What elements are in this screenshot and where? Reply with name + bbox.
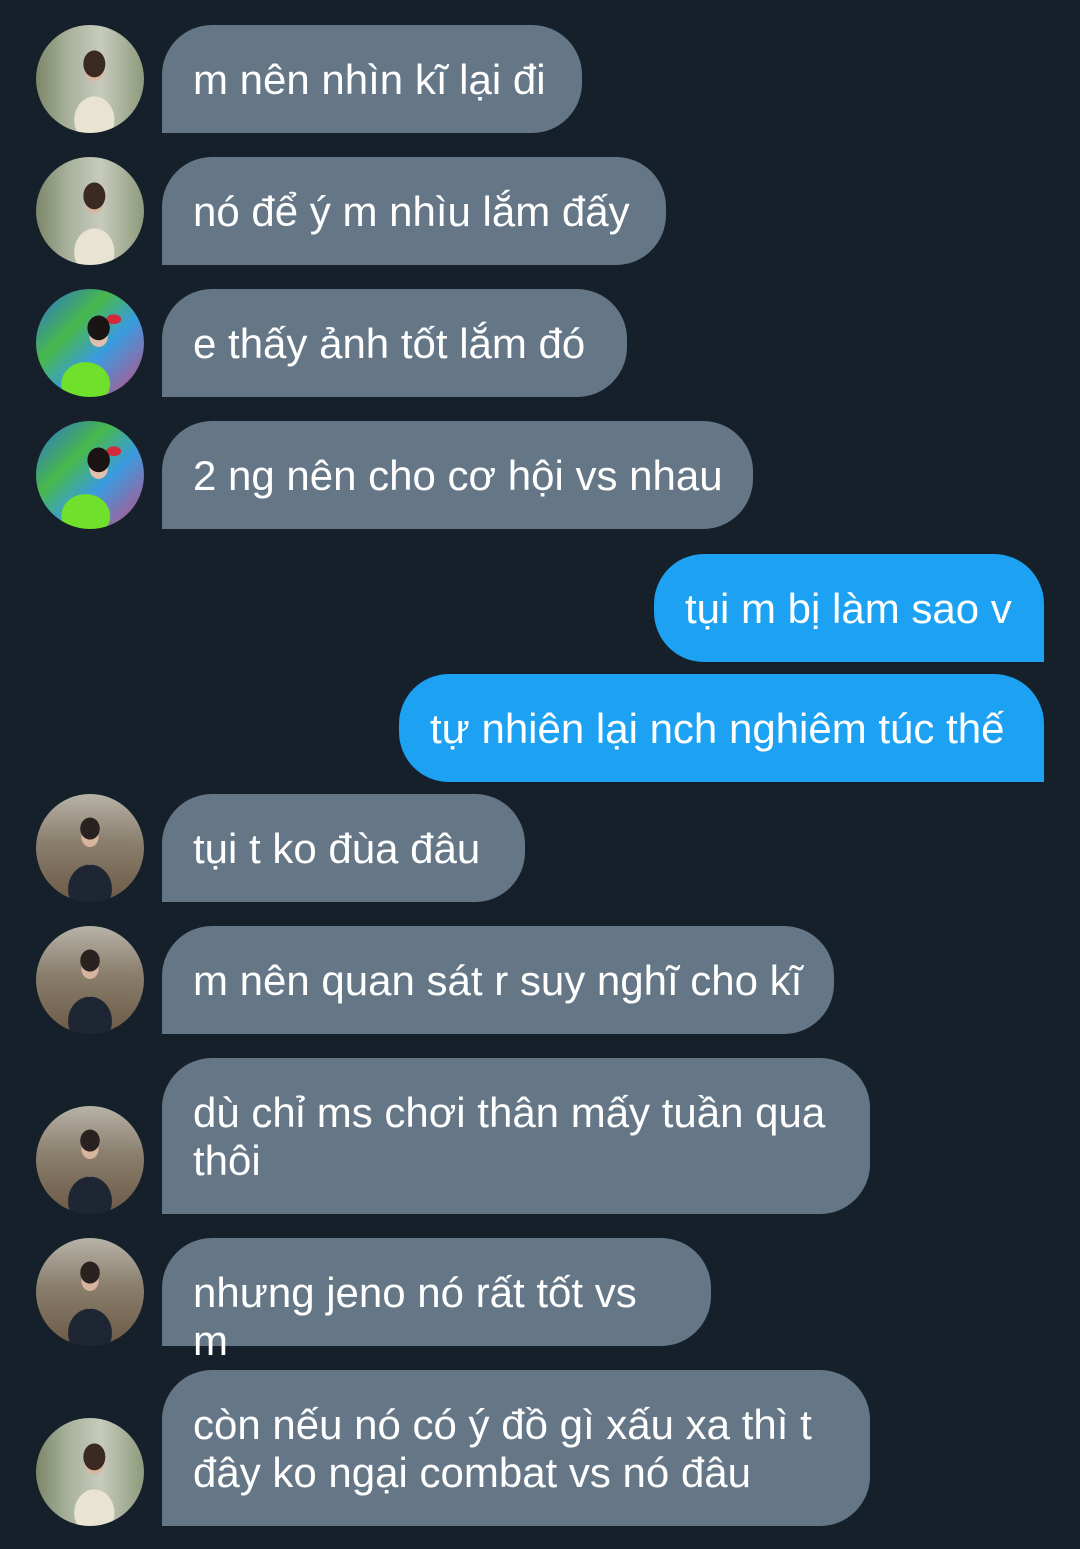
avatar[interactable]: [36, 421, 144, 529]
avatar[interactable]: [36, 25, 144, 133]
message-bubble[interactable]: e thấy ảnh tốt lắm đó: [162, 289, 627, 397]
message-bubble[interactable]: m nên quan sát r suy nghĩ cho kĩ: [162, 926, 834, 1034]
message-bubble[interactable]: nhưng jeno nó rất tốt vs m: [162, 1238, 711, 1364]
message-bubble[interactable]: nó để ý m nhìu lắm đấy: [162, 157, 666, 265]
message-bubble[interactable]: tụi t ko đùa đâu: [162, 794, 525, 902]
avatar[interactable]: [36, 1418, 144, 1526]
message-bubble[interactable]: dù chỉ ms chơi thân mấy tuần qua thôi: [162, 1058, 870, 1214]
message-bubble[interactable]: tụi m bị làm sao v: [654, 554, 1044, 662]
message-bubble[interactable]: 2 ng nên cho cơ hội vs nhau: [162, 421, 753, 529]
avatar[interactable]: [36, 157, 144, 265]
avatar[interactable]: [36, 1238, 144, 1346]
avatar[interactable]: [36, 1106, 144, 1214]
avatar[interactable]: [36, 289, 144, 397]
message-bubble[interactable]: còn nếu nó có ý đồ gì xấu xa thì t đây k…: [162, 1370, 870, 1526]
message-bubble[interactable]: m nên nhìn kĩ lại đi: [162, 25, 582, 133]
avatar[interactable]: [36, 926, 144, 1034]
message-bubble[interactable]: tự nhiên lại nch nghiêm túc thế: [399, 674, 1044, 782]
avatar[interactable]: [36, 794, 144, 902]
